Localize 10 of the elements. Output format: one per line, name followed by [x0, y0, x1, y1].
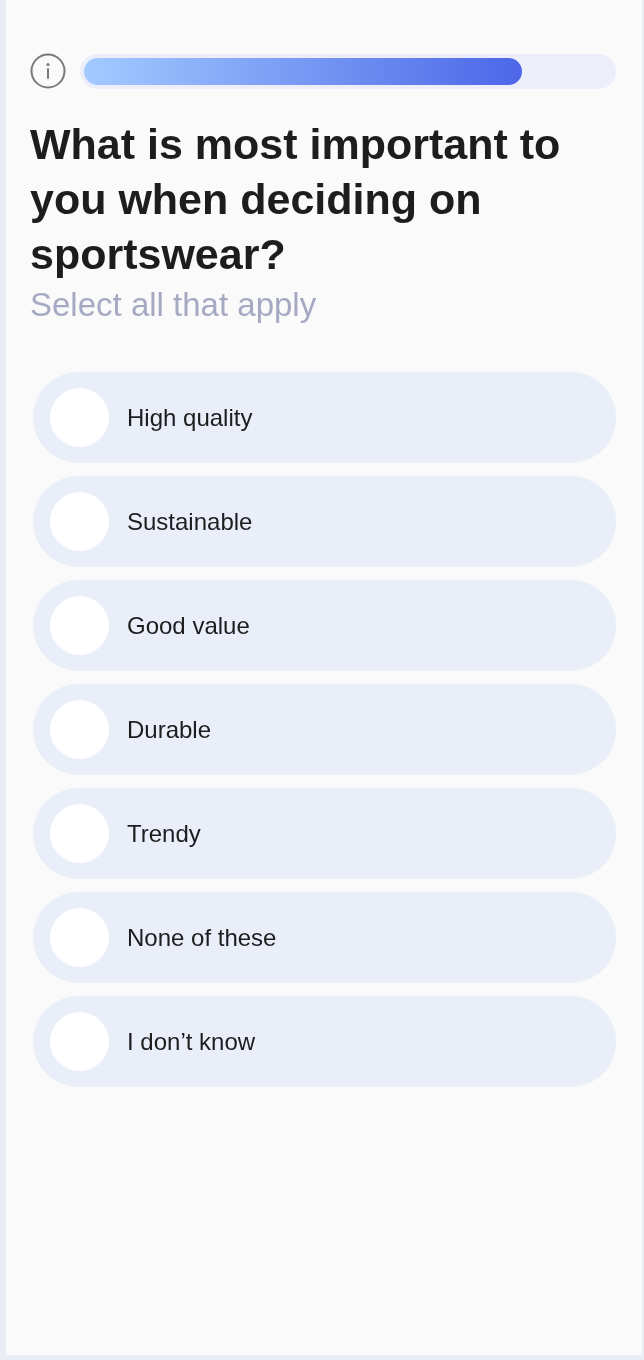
answer-option[interactable]: Durable [33, 684, 616, 775]
answer-option[interactable]: High quality [33, 372, 616, 463]
answer-option[interactable]: None of these [33, 892, 616, 983]
info-icon[interactable] [30, 53, 66, 89]
answer-option[interactable]: Sustainable [33, 476, 616, 567]
answer-option[interactable]: I don’t know [33, 996, 616, 1087]
question-hint: Select all that apply [30, 286, 318, 324]
answer-option[interactable]: Trendy [33, 788, 616, 879]
question-title: What is most important to you when deciding on sportswear? [30, 119, 562, 280]
answer-option[interactable]: Good value [33, 580, 616, 671]
